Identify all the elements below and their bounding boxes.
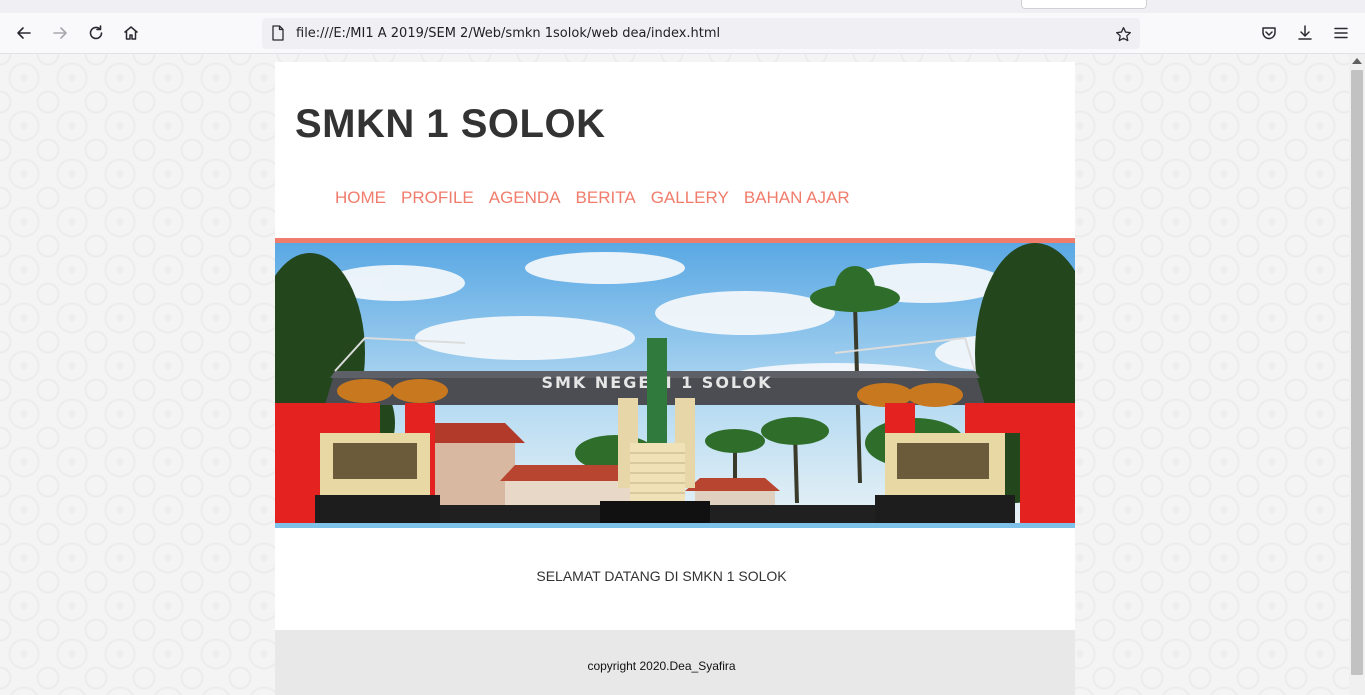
reload-button[interactable]: [82, 19, 110, 47]
nav-gallery[interactable]: GALLERY: [651, 188, 729, 208]
browser-toolbar: file:///E:/MI1 A 2019/SEM 2/Web/smkn 1so…: [0, 13, 1365, 54]
downloads-button[interactable]: [1291, 19, 1319, 47]
nav-agenda[interactable]: AGENDA: [489, 188, 561, 208]
pocket-icon: [1262, 27, 1276, 40]
scroll-up-arrow-icon[interactable]: [1352, 58, 1362, 64]
forward-button[interactable]: [46, 19, 74, 47]
vertical-scrollbar[interactable]: [1349, 54, 1365, 695]
main-nav: HOME PROFILE AGENDA BERITA GALLERY BAHAN…: [335, 188, 865, 208]
nav-profile[interactable]: PROFILE: [401, 188, 474, 208]
site-title: SMKN 1 SOLOK: [295, 102, 606, 146]
school-gate-photo: SMK NEGERI 1 SOLOK: [275, 243, 1075, 523]
page-icon: [270, 25, 286, 41]
banner-image: SMK NEGERI 1 SOLOK: [275, 243, 1075, 523]
nav-bahan-ajar[interactable]: BAHAN AJAR: [744, 188, 850, 208]
menu-icon: [1334, 27, 1348, 39]
back-icon: [17, 27, 31, 39]
page-viewport: SMKN 1 SOLOK HOME PROFILE AGENDA BERITA …: [0, 54, 1349, 695]
banner-bottom-border: [275, 523, 1075, 528]
forward-icon: [53, 27, 67, 39]
tab-strip: [0, 0, 1365, 13]
home-icon: [124, 26, 138, 40]
bookmark-star-icon[interactable]: [1112, 23, 1134, 45]
back-button[interactable]: [10, 19, 38, 47]
footer: copyright 2020.Dea_Syafira: [275, 630, 1075, 695]
app-menu-button[interactable]: [1327, 19, 1355, 47]
nav-berita[interactable]: BERITA: [576, 188, 636, 208]
popup-panel-edge: [1021, 0, 1147, 9]
footer-copyright: copyright 2020.Dea_Syafira: [587, 659, 736, 673]
url-text[interactable]: file:///E:/MI1 A 2019/SEM 2/Web/smkn 1so…: [296, 26, 720, 41]
download-icon: [1298, 25, 1312, 40]
reload-icon: [89, 25, 103, 40]
url-bar[interactable]: file:///E:/MI1 A 2019/SEM 2/Web/smkn 1so…: [262, 18, 1140, 49]
site-container: SMKN 1 SOLOK HOME PROFILE AGENDA BERITA …: [275, 62, 1075, 695]
scroll-thumb[interactable]: [1351, 70, 1363, 675]
home-button[interactable]: [117, 19, 145, 47]
nav-home[interactable]: HOME: [335, 188, 386, 208]
welcome-text: SELAMAT DATANG DI SMKN 1 SOLOK: [536, 568, 787, 584]
pocket-button[interactable]: [1255, 19, 1283, 47]
